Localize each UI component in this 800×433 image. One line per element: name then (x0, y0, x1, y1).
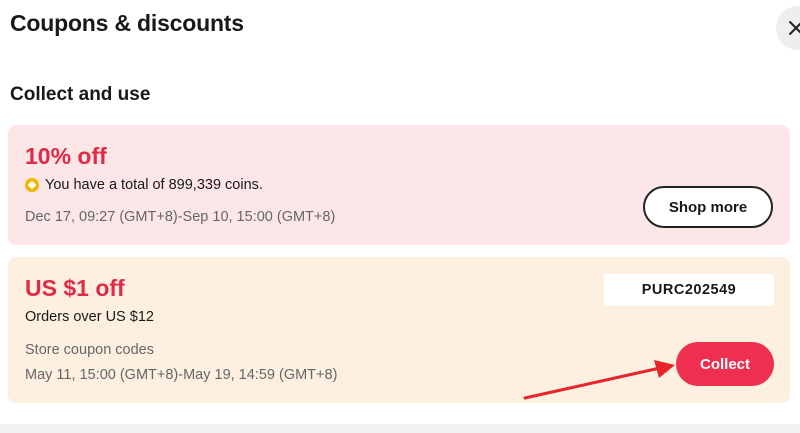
coupon-headline: US $1 off (25, 275, 125, 301)
coupon-type-note: Store coupon codes (25, 342, 154, 358)
panel-title: Coupons & discounts (10, 10, 244, 36)
close-button[interactable] (776, 6, 800, 50)
shop-more-button[interactable]: Shop more (643, 186, 773, 228)
coin-icon (25, 178, 39, 192)
coupon-card-percent: 10% off You have a total of 899,339 coin… (8, 125, 790, 245)
coupon-headline: 10% off (25, 143, 107, 169)
coupon-validity: May 11, 15:00 (GMT+8)-May 19, 14:59 (GMT… (25, 367, 338, 383)
coupon-code: PURC202549 (604, 274, 774, 306)
coins-balance-text: You have a total of 899,339 coins. (45, 177, 263, 193)
close-icon (789, 21, 800, 35)
coupon-card-store: US $1 off Orders over US $12 Store coupo… (8, 257, 790, 403)
section-title: Collect and use (10, 84, 151, 105)
coupon-validity: Dec 17, 09:27 (GMT+8)-Sep 10, 15:00 (GMT… (25, 209, 336, 225)
bottom-divider (0, 424, 800, 433)
coupon-condition: Orders over US $12 (25, 309, 154, 325)
collect-button[interactable]: Collect (676, 342, 774, 386)
